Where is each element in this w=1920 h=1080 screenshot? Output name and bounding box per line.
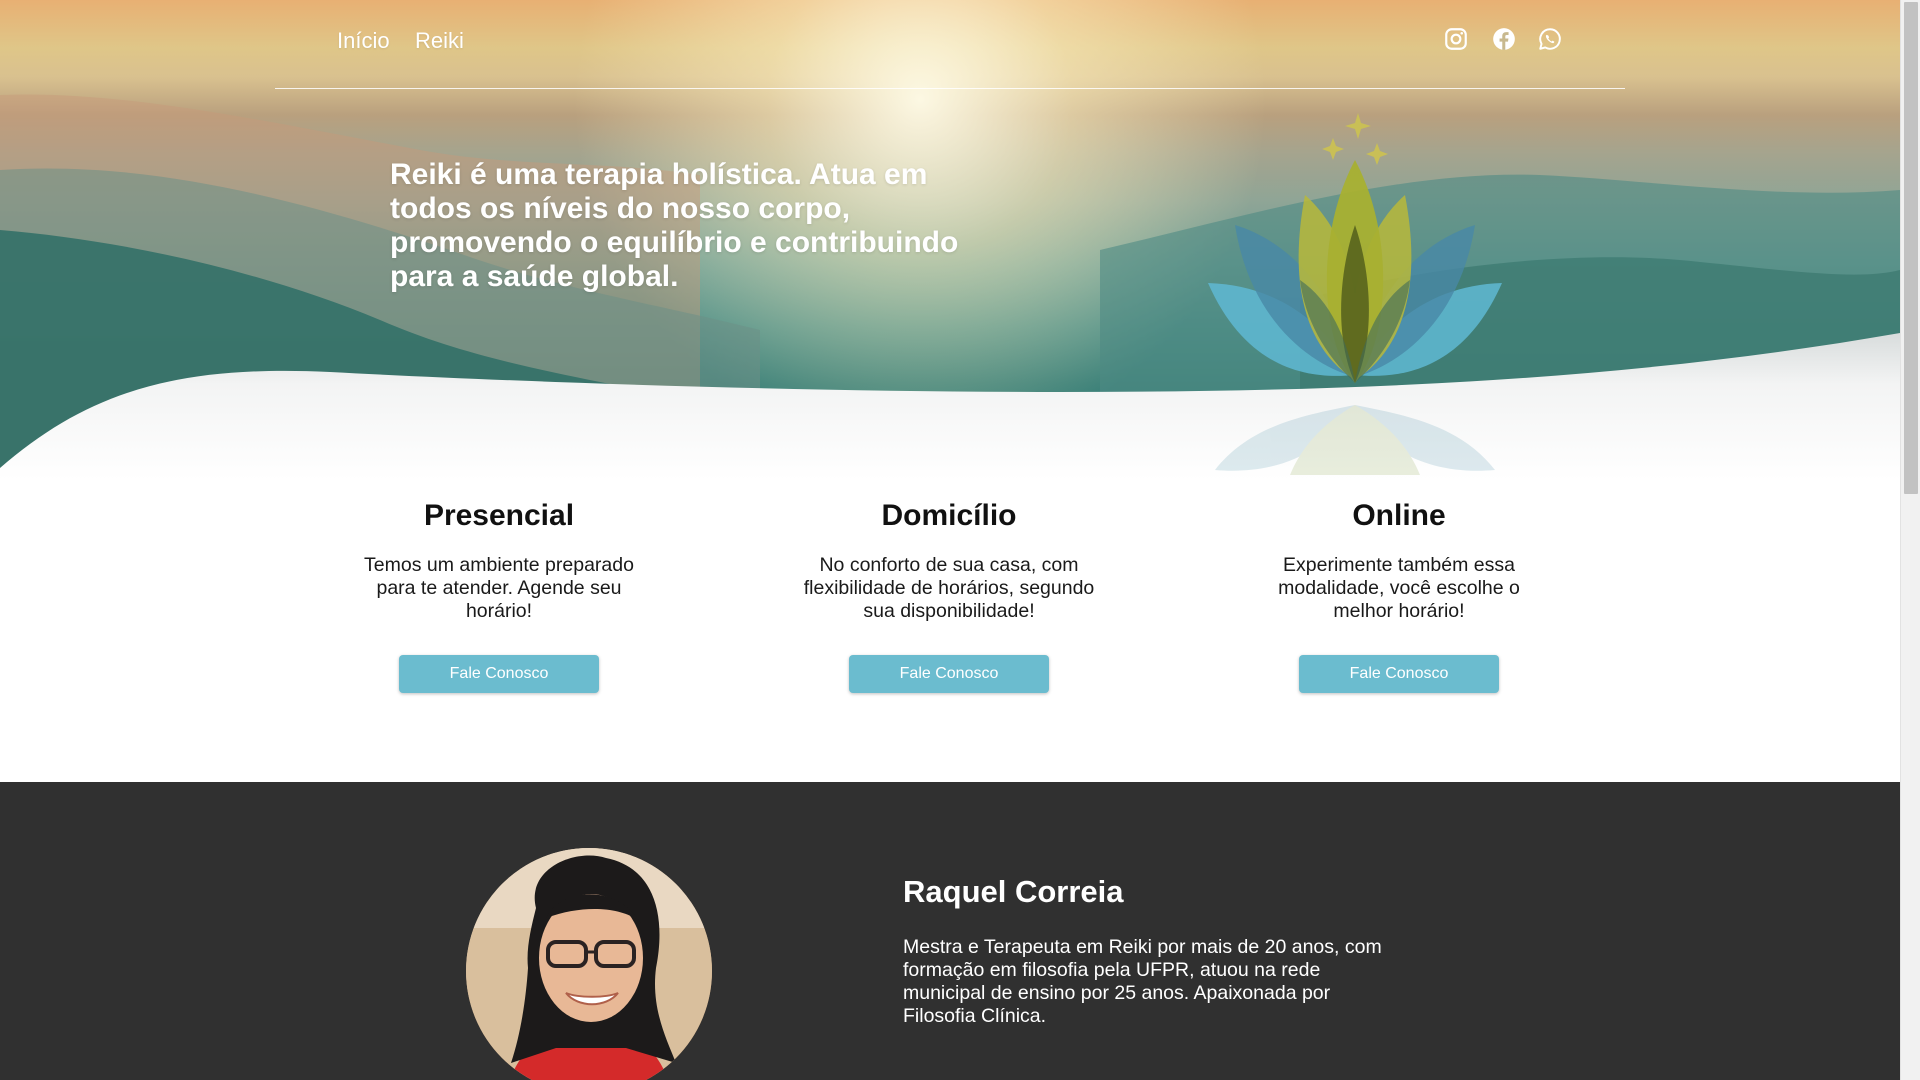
contact-button[interactable]: Fale Conosco [849, 655, 1049, 693]
service-title: Presencial [423, 499, 575, 532]
lotus-icon [1208, 113, 1502, 475]
service-description: Experimente também essa modalidade, você… [1278, 554, 1520, 622]
services-section: Presencial Temos um ambiente preparado p… [0, 480, 1900, 782]
service-description: No conforto de sua casa, com flexibilida… [803, 554, 1095, 622]
service-title: Domicílio [881, 499, 1017, 532]
hero-section: Início Reiki Reiki é uma terapia holísti… [0, 0, 1900, 480]
contact-button[interactable]: Fale Conosco [1299, 655, 1499, 693]
scrollbar-thumb[interactable] [1904, 2, 1918, 494]
contact-button[interactable]: Fale Conosco [399, 655, 599, 693]
whatsapp-icon[interactable] [1537, 26, 1563, 52]
top-navigation: Início Reiki [275, 0, 1625, 89]
facebook-icon[interactable] [1491, 26, 1517, 52]
service-description: Temos um ambiente preparado para te aten… [364, 554, 634, 622]
profile-name: Raquel Correia [903, 874, 1124, 909]
service-card-presencial: Presencial Temos um ambiente preparado p… [334, 480, 664, 693]
vertical-scrollbar[interactable] [1900, 0, 1920, 1080]
service-title: Online [1352, 499, 1446, 532]
service-card-online: Online Experimente também essa modalidad… [1234, 480, 1564, 693]
nav-link-reiki[interactable]: Reiki [415, 28, 464, 54]
profile-section: Raquel Correia Mestra e Terapeuta em Rei… [0, 782, 1900, 1080]
instagram-icon[interactable] [1443, 26, 1469, 52]
page: Início Reiki Reiki é uma terapia holísti… [0, 0, 1900, 1080]
hero-headline: Reiki é uma terapia holística. Atua em t… [390, 158, 959, 293]
profile-bio: Mestra e Terapeuta em Reiki por mais de … [903, 936, 1382, 1027]
avatar [466, 848, 712, 1080]
service-card-domicilio: Domicílio No conforto de sua casa, com f… [784, 480, 1114, 693]
nav-link-inicio[interactable]: Início [337, 28, 390, 54]
